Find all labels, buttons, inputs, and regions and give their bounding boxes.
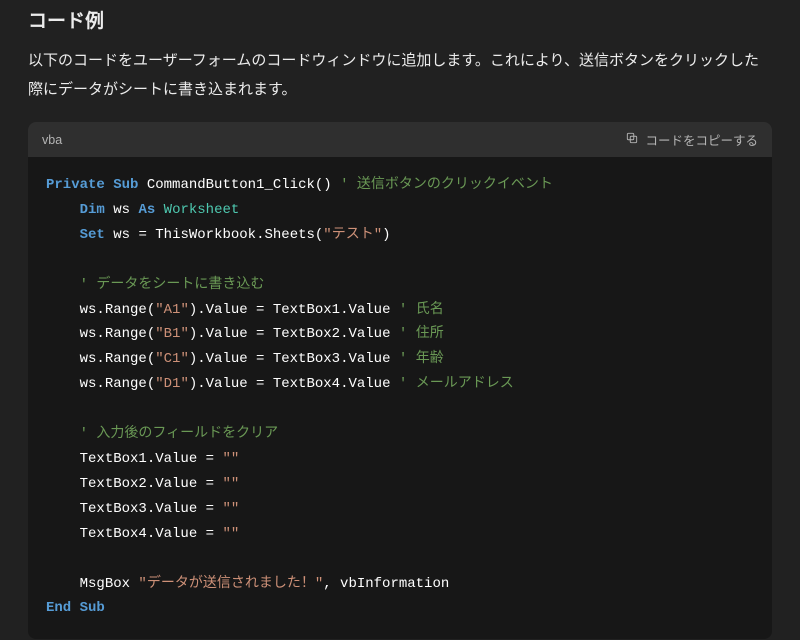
content-container: コード例 以下のコードをユーザーフォームのコードウィンドウに追加します。これによ… [0, 0, 800, 640]
section-description: 以下のコードをユーザーフォームのコードウィンドウに追加します。これにより、送信ボ… [28, 47, 772, 104]
code-language-label: vba [42, 133, 62, 147]
code-content: Private Sub CommandButton1_Click() ' 送信ボ… [28, 157, 772, 639]
code-block: vba コードをコピーする Private Sub CommandButton1… [28, 122, 772, 639]
code-header: vba コードをコピーする [28, 122, 772, 157]
copy-code-label: コードをコピーする [645, 130, 758, 149]
section-heading: コード例 [28, 0, 772, 33]
copy-code-button[interactable]: コードをコピーする [625, 128, 758, 151]
copy-icon [625, 131, 639, 148]
